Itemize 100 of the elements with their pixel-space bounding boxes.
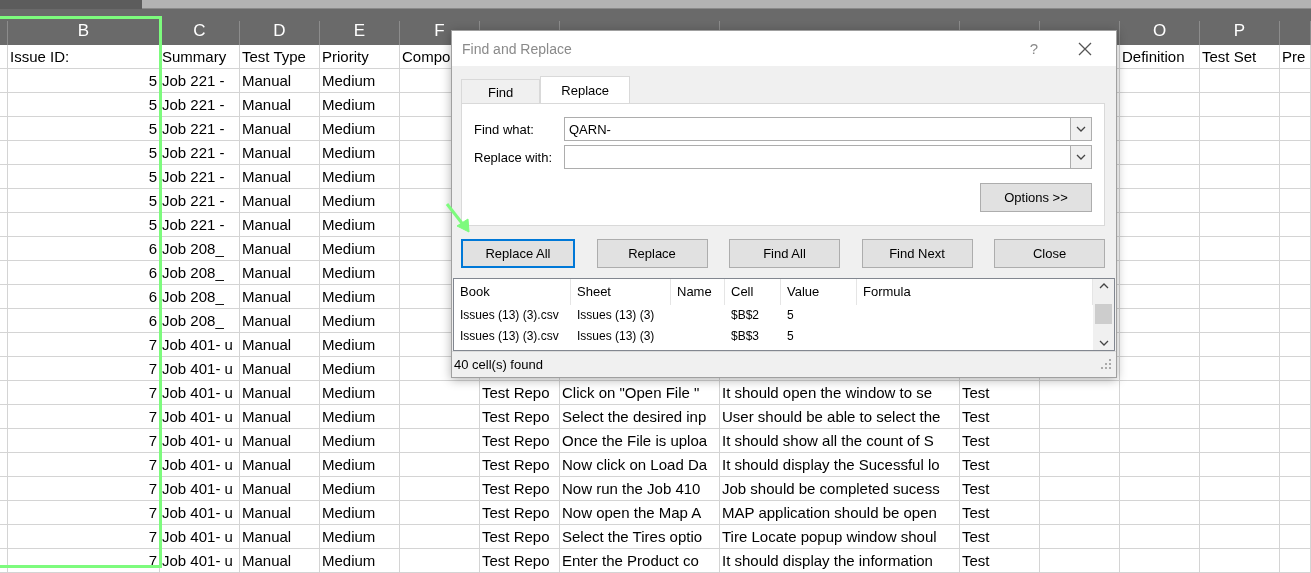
table-cell: Test — [960, 501, 1040, 525]
result-cell[interactable]: Issues (13) (3) — [571, 326, 671, 348]
empty-cell — [1280, 93, 1311, 117]
table-cell: Job 208_ — [160, 261, 240, 285]
dropdown-caret-icon[interactable] — [1076, 154, 1086, 161]
table-cell: Job 401- u — [160, 405, 240, 429]
dialog-button[interactable]: Replace — [596, 239, 708, 269]
table-cell: Manual — [240, 141, 320, 165]
dialog-button[interactable]: Find All — [729, 239, 840, 269]
result-cell[interactable]: 5 — [781, 326, 857, 348]
column-header[interactable]: Sheet — [571, 279, 671, 306]
table-cell: 6 — [8, 309, 160, 333]
table-cell: It should display the Sucessful lo — [720, 453, 960, 477]
empty-cell — [1280, 405, 1311, 429]
table-cell: 5 — [8, 117, 160, 141]
help-button[interactable]: ? — [1029, 40, 1038, 58]
table-cell: It should show all the count of S — [720, 429, 960, 453]
dialog-button[interactable]: Replace All — [461, 239, 575, 269]
result-cell[interactable]: Issues (13) (3).csv — [454, 305, 571, 327]
table-cell: Enter the Product co — [560, 549, 720, 573]
column-header[interactable]: O — [1120, 21, 1200, 47]
table-cell: Job 401- u — [160, 549, 240, 573]
table-cell: Medium — [320, 213, 400, 237]
table-cell: Test — [960, 381, 1040, 405]
column-header[interactable]: Cell — [725, 279, 781, 306]
table-cell: Job 221 - — [160, 69, 240, 93]
scroll-thumb[interactable] — [1095, 304, 1112, 325]
table-cell: Test Repo — [480, 405, 560, 429]
table-cell: Job 221 - — [160, 117, 240, 141]
column-header[interactable]: Book — [454, 279, 571, 306]
header-cell: Summary — [160, 45, 240, 69]
empty-cell — [1280, 453, 1311, 477]
column-header[interactable]: B — [8, 21, 160, 47]
result-cell[interactable]: 5 — [781, 305, 857, 327]
dropdown-caret-icon[interactable] — [1076, 126, 1086, 133]
table-cell: Manual — [240, 333, 320, 357]
header-cell: Test Set — [1200, 45, 1280, 69]
table-cell: Test Repo — [480, 549, 560, 573]
table-cell: Medium — [320, 285, 400, 309]
table-cell: Job 221 - — [160, 93, 240, 117]
table-cell: Manual — [240, 117, 320, 141]
tab[interactable]: Find — [461, 79, 541, 104]
pointer-arrow — [445, 202, 471, 234]
find-what-field[interactable]: QARN- — [564, 117, 1092, 142]
column-header[interactable]: Value — [781, 279, 857, 306]
table-cell: Medium — [320, 405, 400, 429]
table-cell: 6 — [8, 237, 160, 261]
table-cell: Manual — [240, 213, 320, 237]
resize-grip-icon[interactable] — [1100, 358, 1112, 371]
column-header[interactable]: P — [1200, 21, 1280, 47]
table-cell: 5 — [8, 93, 160, 117]
result-cell[interactable]: $B$3 — [725, 326, 781, 348]
table-cell: Job 221 - — [160, 165, 240, 189]
table-cell: Job 401- u — [160, 453, 240, 477]
scroll-up-icon[interactable] — [1098, 283, 1109, 290]
scroll-down-icon[interactable] — [1098, 339, 1109, 346]
replace-with-field[interactable] — [564, 145, 1092, 170]
table-cell: Test Repo — [480, 501, 560, 525]
column-header[interactable]: D — [240, 21, 320, 47]
column-header[interactable]: E — [320, 21, 400, 47]
table-cell: 6 — [8, 285, 160, 309]
scrollbar[interactable] — [1093, 279, 1114, 350]
table-cell: Manual — [240, 237, 320, 261]
table-cell: User should be able to select the — [720, 405, 960, 429]
table-cell: 7 — [8, 453, 160, 477]
table-cell: 5 — [8, 213, 160, 237]
table-cell: Now run the Job 410 — [560, 477, 720, 501]
table-cell: Medium — [320, 69, 400, 93]
table-cell: Job 208_ — [160, 309, 240, 333]
dialog-button[interactable]: Find Next — [861, 239, 973, 269]
result-cell[interactable]: $B$2 — [725, 305, 781, 327]
table-cell: Manual — [240, 309, 320, 333]
table-cell: Manual — [240, 477, 320, 501]
table-cell: 7 — [8, 405, 160, 429]
table-cell: Job 401- u — [160, 525, 240, 549]
table-cell: 7 — [8, 357, 160, 381]
options-button[interactable]: Options >> — [980, 183, 1092, 213]
table-cell: 5 — [8, 189, 160, 213]
table-cell: Job 221 - — [160, 189, 240, 213]
empty-cell — [1280, 357, 1311, 381]
tab[interactable]: Replace — [540, 76, 630, 104]
result-cell[interactable]: Issues (13) (3) — [571, 305, 671, 327]
table-cell: Now open the Map A — [560, 501, 720, 525]
table-cell: Medium — [320, 189, 400, 213]
table-cell: Manual — [240, 285, 320, 309]
table-cell: It should display the information — [720, 549, 960, 573]
table-cell: Medium — [320, 381, 400, 405]
header-cell: Definition — [1120, 45, 1200, 69]
column-header[interactable]: Name — [671, 279, 725, 306]
close-icon[interactable] — [1078, 41, 1092, 56]
column-header[interactable]: C — [160, 21, 240, 47]
table-cell: Job 208_ — [160, 285, 240, 309]
table-cell: Manual — [240, 501, 320, 525]
table-cell: Test — [960, 549, 1040, 573]
table-cell: Medium — [320, 165, 400, 189]
empty-cell — [1280, 309, 1311, 333]
result-cell[interactable]: Issues (13) (3).csv — [454, 326, 571, 348]
dialog-button[interactable]: Close — [994, 239, 1105, 269]
table-cell: Manual — [240, 549, 320, 573]
field-label: Find what: — [474, 121, 535, 137]
